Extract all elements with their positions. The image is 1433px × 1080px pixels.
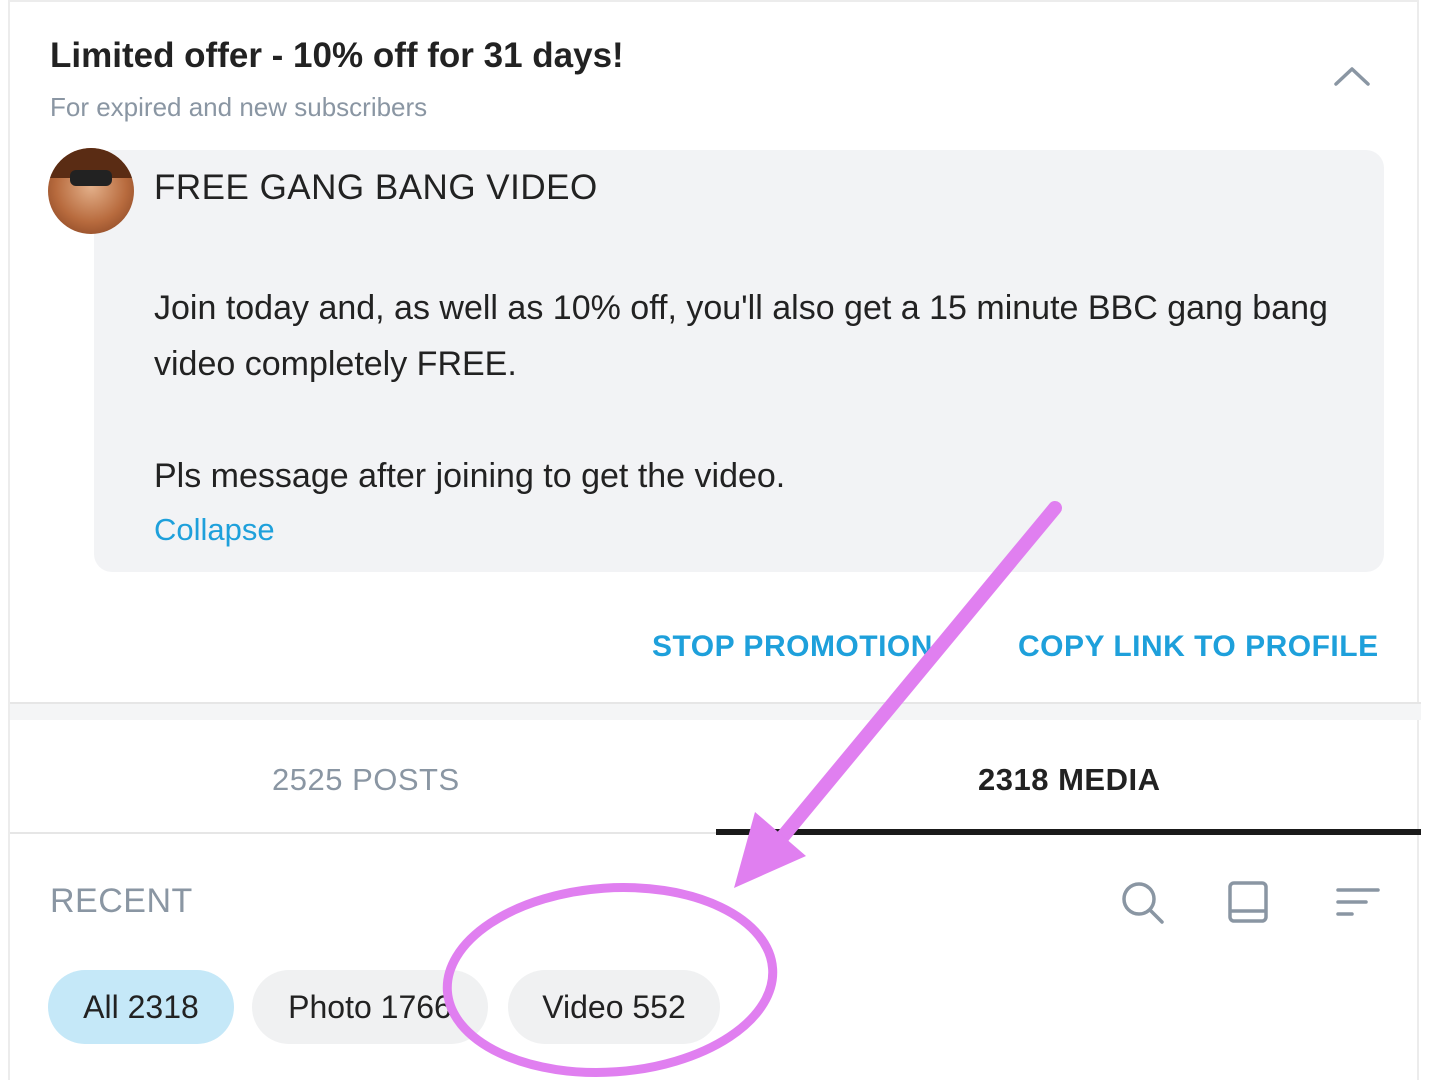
stop-promotion-button[interactable]: STOP PROMOTION: [652, 630, 933, 664]
sort-icon[interactable]: [1334, 878, 1382, 926]
tab-posts[interactable]: 2525 POSTS: [272, 762, 460, 798]
message-title: FREE GANG BANG VIDEO: [154, 168, 598, 207]
chevron-up-icon[interactable]: [1332, 62, 1372, 90]
copy-link-button[interactable]: COPY LINK TO PROFILE: [1018, 630, 1379, 664]
section-label-recent: RECENT: [50, 882, 193, 920]
search-icon[interactable]: [1118, 878, 1166, 926]
avatar-mask: [70, 170, 112, 186]
filter-photo-chip[interactable]: Photo 1766: [252, 970, 488, 1044]
layout-icon[interactable]: [1224, 878, 1272, 926]
section-divider: [10, 702, 1421, 720]
message-body-note: Pls message after joining to get the vid…: [154, 457, 786, 495]
tab-media[interactable]: 2318 MEDIA: [978, 762, 1160, 798]
message-body: Join today and, as well as 10% off, you'…: [154, 289, 1328, 383]
offer-title: Limited offer - 10% off for 31 days!: [50, 36, 624, 75]
avatar[interactable]: [48, 148, 134, 234]
filter-video-chip[interactable]: Video 552: [508, 970, 720, 1044]
collapse-link[interactable]: Collapse: [154, 512, 275, 548]
profile-panel: Limited offer - 10% off for 31 days! For…: [8, 0, 1421, 1080]
tab-active-indicator: [716, 829, 1421, 835]
offer-subtitle: For expired and new subscribers: [50, 92, 428, 122]
filter-all-chip[interactable]: All 2318: [48, 970, 234, 1044]
